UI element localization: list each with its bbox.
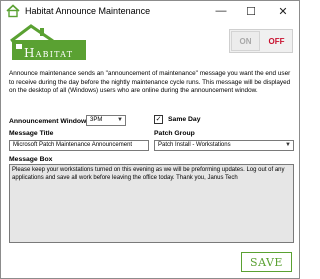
same-day-label: Same Day (168, 116, 201, 123)
logo-text: Habitat (24, 46, 73, 60)
minimize-button[interactable]: — (209, 1, 233, 21)
chevron-down-icon: ▼ (117, 117, 123, 123)
close-button[interactable]: ✕ (271, 1, 295, 21)
window-title: Habitat Announce Maintenance (25, 6, 151, 16)
message-box-textarea[interactable]: Please keep your workstations turned on … (9, 164, 294, 243)
save-button[interactable]: SAVE (241, 252, 292, 272)
patch-group-select[interactable]: Patch Install - Workstations ▼ (154, 140, 294, 151)
maximize-button[interactable]: ☐ (239, 1, 263, 21)
message-box-label: Message Box (9, 156, 53, 163)
message-title-label: Message Title (9, 130, 54, 137)
chevron-down-icon: ▼ (285, 142, 291, 148)
title-bar: Habitat Announce Maintenance — ☐ ✕ (1, 1, 299, 21)
maintenance-toggle[interactable]: ON OFF (229, 29, 293, 53)
announcement-window-select[interactable]: 3PM ▼ (86, 115, 126, 126)
house-icon (6, 4, 20, 18)
announcement-window-label: Announcement Window (9, 118, 87, 125)
toggle-off-option[interactable]: OFF (262, 31, 291, 51)
same-day-checkbox[interactable]: ✓ (154, 115, 163, 124)
description-text: Announce maintenance sends an "announcem… (9, 70, 291, 95)
patch-group-value: Patch Install - Workstations (158, 142, 231, 148)
message-title-input[interactable]: Microsoft Patch Maintenance Announcement (9, 140, 149, 151)
patch-group-label: Patch Group (154, 130, 195, 137)
announcement-window-value: 3PM (90, 117, 103, 123)
app-window: Habitat Announce Maintenance — ☐ ✕ Habit… (0, 0, 300, 279)
toggle-on-option[interactable]: ON (231, 31, 260, 51)
habitat-logo: Habitat (10, 24, 86, 60)
